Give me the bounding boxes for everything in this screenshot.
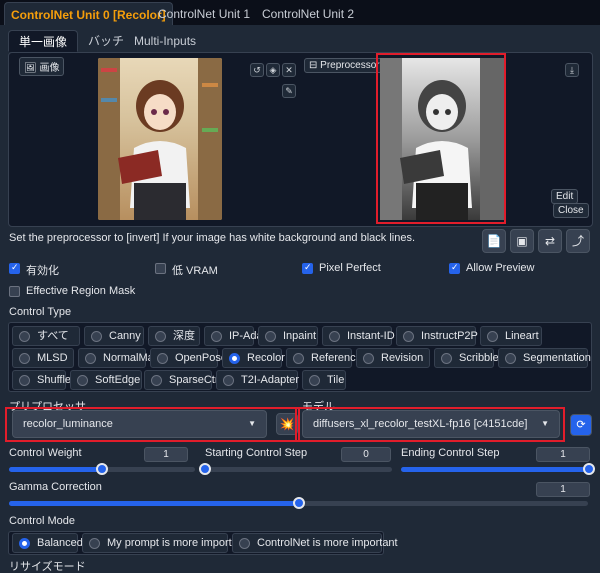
control-type-inpaint[interactable]: Inpaint <box>258 326 318 346</box>
ending-step-knob[interactable] <box>583 463 595 475</box>
ending-step-input[interactable]: 1 <box>536 447 590 462</box>
control-mode-balanced[interactable]: Balanced <box>12 533 83 553</box>
gamma-correction-label: Gamma Correction <box>9 481 102 493</box>
control-type-shuffle[interactable]: Shuffle <box>12 370 71 390</box>
preview-highlight-box <box>376 53 506 224</box>
starting-step-label: Starting Control Step <box>205 447 308 459</box>
starting-step-slider[interactable] <box>199 463 392 475</box>
edit-button[interactable]: Edit <box>551 189 579 204</box>
control-type-lineart[interactable]: Lineart <box>480 326 542 346</box>
control-type-recolor[interactable]: Recolor <box>222 348 285 368</box>
region-mask-label: Effective Region Mask <box>26 285 136 297</box>
control-type-reference[interactable]: Reference <box>286 348 362 368</box>
gamma-correction-input[interactable]: 1 <box>536 482 590 497</box>
control-weight-input[interactable]: 1 <box>144 447 188 462</box>
control-type-label: Control Type <box>9 306 72 318</box>
pixel-perfect-checkbox[interactable] <box>302 262 313 274</box>
control-weight-knob[interactable] <box>96 463 108 475</box>
gamma-correction-knob[interactable] <box>292 497 305 509</box>
starting-step-knob[interactable] <box>199 463 211 475</box>
control-type-option-2[interactable]: 深度 <box>148 326 200 346</box>
subtab-multi-inputs[interactable]: Multi-Inputs <box>124 30 206 52</box>
control-type-openpose[interactable]: OpenPose <box>150 348 227 368</box>
enable-checkbox[interactable] <box>9 262 20 274</box>
control-type-normalmap[interactable]: NormalMap <box>78 348 160 368</box>
control-weight-slider[interactable] <box>9 463 195 475</box>
low-vram-label: 低 VRAM <box>172 265 218 277</box>
region-mask-checkbox[interactable] <box>9 286 20 297</box>
input-image[interactable] <box>98 58 222 220</box>
undo-icon[interactable]: ↺ <box>250 63 264 77</box>
download-icon[interactable]: ⤓ <box>565 63 579 77</box>
model-highlight-box <box>295 407 565 442</box>
refresh-models-icon[interactable]: ⟳ <box>570 414 592 436</box>
close-button[interactable]: Close <box>553 203 589 218</box>
control-mode-prompt[interactable]: My prompt is more important <box>82 533 247 553</box>
control-type-instructp2p[interactable]: InstructP2P <box>396 326 478 346</box>
hint-text: Set the preprocessor to [invert] If your… <box>9 232 415 244</box>
control-type-ip-adapter[interactable]: IP-Adapter <box>204 326 282 346</box>
allow-preview-label: Allow Preview <box>466 262 535 274</box>
tab-unit-1[interactable]: ControlNet Unit 1 <box>152 2 256 26</box>
control-type-scribble[interactable]: Scribble <box>434 348 499 368</box>
control-mode-label: Control Mode <box>9 515 76 527</box>
control-type-sparsectrl[interactable]: SparseCtrl <box>144 370 221 390</box>
control-type-option-0[interactable]: すべて <box>12 326 80 346</box>
tab-unit-0[interactable]: ControlNet Unit 0 [Recolor] <box>4 2 173 26</box>
enable-label: 有効化 <box>26 265 59 277</box>
control-type-canny[interactable]: Canny <box>84 326 144 346</box>
low-vram-checkbox[interactable] <box>155 263 166 274</box>
erase-icon[interactable]: ◈ <box>266 63 280 77</box>
brush-icon[interactable]: ✎ <box>282 84 296 98</box>
preprocessor-highlight-box <box>5 407 300 442</box>
resize-mode-label: リサイズモード <box>9 561 86 573</box>
tab-unit-2[interactable]: ControlNet Unit 2 <box>256 2 360 26</box>
pixel-perfect-label: Pixel Perfect <box>319 262 381 274</box>
control-weight-label: Control Weight <box>9 447 82 459</box>
webcam-button[interactable]: ▣ <box>510 229 534 253</box>
image-label: 🖼 画像 <box>19 57 65 76</box>
control-type-tile[interactable]: Tile <box>302 370 346 390</box>
control-type-softedge[interactable]: SoftEdge <box>70 370 142 390</box>
control-mode-controlnet[interactable]: ControlNet is more important <box>232 533 398 553</box>
allow-preview-checkbox[interactable] <box>449 262 460 274</box>
gamma-correction-slider[interactable] <box>9 497 588 509</box>
control-type-revision[interactable]: Revision <box>356 348 430 368</box>
control-type-segmentation[interactable]: Segmentation <box>498 348 591 368</box>
mirror-button[interactable]: ⇄ <box>538 229 562 253</box>
ending-step-label: Ending Control Step <box>401 447 500 459</box>
new-canvas-button[interactable]: 📄 <box>482 229 506 253</box>
starting-step-input[interactable]: 0 <box>341 447 391 462</box>
send-dimensions-button[interactable]: ⤴ <box>566 229 590 253</box>
control-type-instant-id[interactable]: Instant-ID <box>322 326 395 346</box>
control-type-mlsd[interactable]: MLSD <box>12 348 74 368</box>
subtab-single-image[interactable]: 単一画像 <box>8 30 79 52</box>
clear-icon[interactable]: ✕ <box>282 63 296 77</box>
ending-step-slider[interactable] <box>401 463 595 475</box>
control-type-t2i-adapter[interactable]: T2I-Adapter <box>216 370 299 390</box>
